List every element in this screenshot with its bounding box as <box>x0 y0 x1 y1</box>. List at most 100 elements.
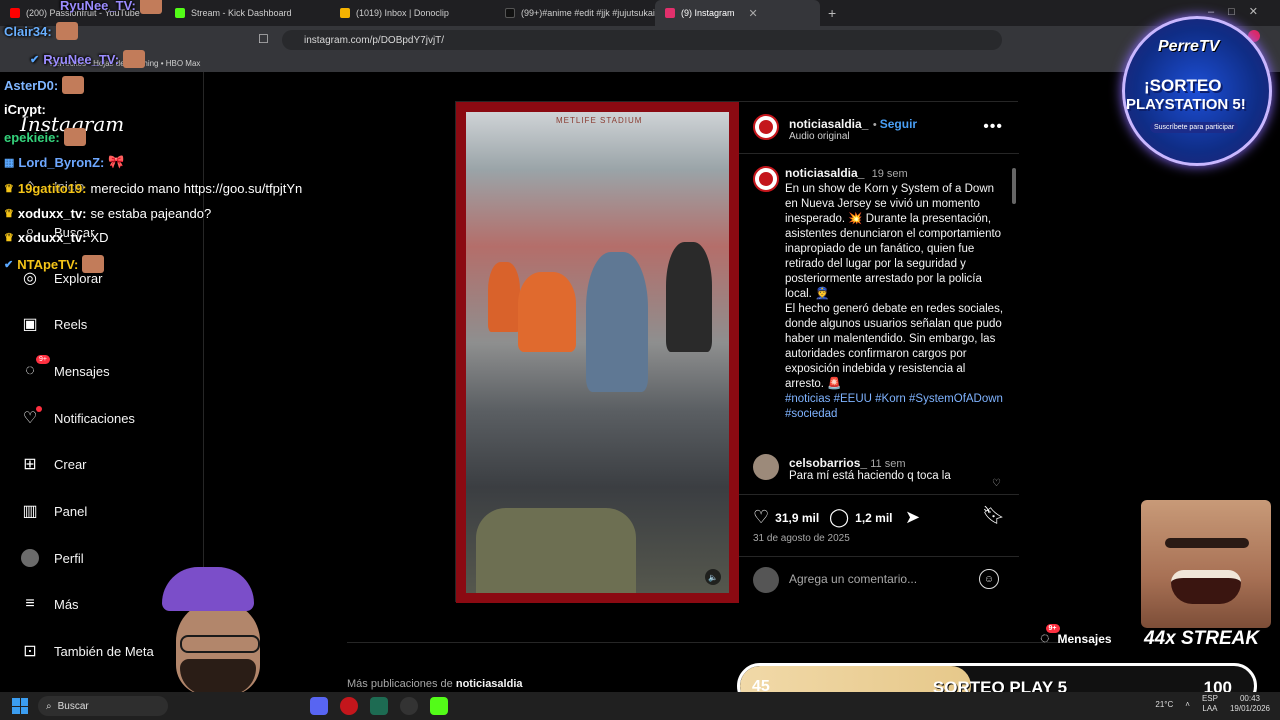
messages-badge: 9+ <box>36 355 50 364</box>
clock[interactable]: 00:43 19/01/2026 <box>1230 694 1270 714</box>
chat-message: ▦ Lord_ByronZ: 🎀 <box>4 154 125 170</box>
chevron-up-icon[interactable]: ˄ <box>1185 700 1190 709</box>
chat-message: AsterD0: <box>4 76 85 94</box>
weather-widget[interactable]: 21°C <box>1155 700 1173 709</box>
post-info-panel: noticiasaldia_ • Seguir Audio original •… <box>739 102 1019 603</box>
likes-count: 31,9 mil <box>775 510 820 525</box>
meta-apps-icon: ⊡ <box>23 643 37 660</box>
caption-avatar[interactable] <box>753 166 779 192</box>
windows-taskbar: ⌕ Buscar 21°C ˄ ESP LAA 00:43 19/01/2026 <box>0 692 1280 720</box>
chat-message: ✔ RyuNee_TV: <box>30 50 146 68</box>
post-actions: ♡ 31,9 mil ◯ 1,2 mil ➤ 🔖︎ 31 de agosto d… <box>739 494 1019 556</box>
messenger-icon: ◌ 9+ <box>1040 624 1060 648</box>
hashtags[interactable]: #noticias #EEUU #Korn #SystemOfADown #so… <box>785 392 1007 422</box>
sidebar-item-panel[interactable]: ▥ Panel <box>20 497 87 525</box>
promo-title: ¡SORTEO <box>1144 76 1222 95</box>
chat-message: RyuNee_TV: <box>60 0 162 14</box>
video-person <box>586 252 648 392</box>
taskbar-search[interactable]: ⌕ Buscar <box>38 696 168 716</box>
commenter-avatar[interactable] <box>753 454 779 480</box>
post-date: 31 de agosto de 2025 <box>753 533 850 544</box>
language-indicator[interactable]: ESP LAA <box>1202 694 1218 714</box>
discord-icon[interactable] <box>310 697 328 715</box>
like-comment-icon[interactable]: ♡ <box>992 478 1001 489</box>
bow-emote-icon: 🎀 <box>108 154 125 169</box>
caption-time: 19 sem <box>871 168 908 180</box>
sidebar-item-reels[interactable]: ▣ Reels <box>20 310 87 338</box>
comment-button[interactable]: ◯ 1,2 mil <box>829 507 893 528</box>
audio-label[interactable]: Audio original <box>789 131 850 142</box>
account-name[interactable]: noticiasaldia_ <box>789 117 868 131</box>
heart-icon: ♡ <box>753 507 770 527</box>
chat-message: ♛ xoduxx_tv: se estaba pajeando? <box>4 206 212 221</box>
tiktok-favicon-icon <box>505 8 515 18</box>
messages-badge: 9+ <box>1045 624 1060 633</box>
streak-counter: 44x STREAK <box>1144 628 1260 649</box>
caption-account[interactable]: noticiasaldia_ <box>785 166 864 180</box>
streamer-webcam <box>158 565 278 695</box>
opera-icon[interactable] <box>340 697 358 715</box>
plus-square-icon: ⊞ <box>23 456 37 473</box>
sidebar-item-crear[interactable]: ⊞ Crear <box>20 450 86 478</box>
tab-instagram[interactable]: (9) Instagram ✕ <box>655 0 820 26</box>
crown-badge-icon: ♛ <box>4 208 14 220</box>
follow-button[interactable]: Seguir <box>880 117 917 131</box>
comment-icon: ◯ <box>829 507 850 527</box>
chat-message: ♛ xoduxx_tv: XD <box>4 230 109 245</box>
badge-icon: ✔ <box>30 53 40 66</box>
obs-icon[interactable] <box>400 697 418 715</box>
windows-start-icon[interactable] <box>12 698 28 714</box>
share-button[interactable]: ➤ <box>905 507 920 528</box>
emoji-icon[interactable]: ☺ <box>979 569 999 589</box>
commenter-name[interactable]: celsobarrios_ <box>789 456 867 470</box>
messages-floating-button[interactable]: ◌ 9+ Mensajes <box>1040 622 1140 656</box>
crown-badge-icon: ♛ <box>4 183 14 195</box>
taskbar-apps <box>310 697 448 715</box>
video-frame[interactable]: METLIFE STADIUM 🔈 <box>456 102 739 603</box>
chat-message: iCrypt: <box>4 102 46 117</box>
tab-tiktok[interactable]: (99+)#anime #edit #jjk #jujutsukaisen <box>495 0 655 26</box>
bookmark-save-icon[interactable]: 🔖︎ <box>982 505 1005 526</box>
promo-subtitle: PLAYSTATION 5! <box>1126 96 1246 113</box>
sidebar-item-notificaciones[interactable]: ♡ Notificaciones <box>20 404 135 432</box>
reaction-image <box>1141 500 1271 628</box>
sidebar-item-meta[interactable]: ⊡ También de Meta <box>20 637 153 665</box>
video-person <box>666 242 712 352</box>
more-posts-account[interactable]: noticiasaldia <box>456 678 523 690</box>
sidebar-item-perfil[interactable]: Perfil <box>20 544 84 572</box>
more-options-icon[interactable]: ••• <box>983 118 1003 136</box>
system-tray: 21°C ˄ ESP LAA 00:43 19/01/2026 <box>1155 694 1270 714</box>
comments-scrollbar[interactable] <box>1011 158 1017 488</box>
new-tab-icon[interactable]: + <box>820 5 844 21</box>
promo-cta: Suscríbete para participar <box>1150 122 1239 133</box>
app-icon[interactable] <box>370 697 388 715</box>
video-person <box>518 272 576 352</box>
comments-count: 1,2 mil <box>855 510 893 525</box>
stream-chat-overlay: RyuNee_TV: Clair34: ✔ RyuNee_TV: AsterD0… <box>0 0 380 280</box>
sidebar-item-mas[interactable]: ≡ Más <box>20 590 78 618</box>
account-avatar[interactable] <box>753 114 779 140</box>
reel-video[interactable]: METLIFE STADIUM 🔈 <box>466 112 729 593</box>
close-tab-icon[interactable]: ✕ <box>749 7 758 20</box>
like-button[interactable]: ♡ 31,9 mil <box>753 507 819 528</box>
emote-icon <box>139 0 162 14</box>
more-posts-heading: Más publicaciones de noticiasaldia <box>347 678 523 690</box>
comment-input[interactable] <box>789 569 969 589</box>
emote-icon <box>123 50 146 68</box>
crown-badge-icon: ♛ <box>4 232 14 244</box>
post-modal: METLIFE STADIUM 🔈 noticiasaldia_ • Segui… <box>455 101 1019 603</box>
chat-message: epekieie: <box>4 128 86 146</box>
emote-icon <box>55 22 78 40</box>
stadium-sign: METLIFE STADIUM <box>556 116 643 125</box>
caption-text: En un show de Korn y System of a Down en… <box>785 183 1002 300</box>
raffle-promo-badge: PerreTV ¡SORTEO PLAYSTATION 5! Suscríbet… <box>1114 8 1280 166</box>
comment-time: 11 sem <box>870 458 906 470</box>
url-field[interactable]: instagram.com/p/DOBpdY7jvjT/ <box>282 30 1002 50</box>
messenger-icon: ◌ 9+ <box>20 355 50 381</box>
mute-icon[interactable]: 🔈 <box>705 569 721 585</box>
profile-icon <box>20 548 40 568</box>
sidebar-item-mensajes[interactable]: ◌ 9+ Mensajes <box>20 355 110 385</box>
divider <box>347 642 1067 643</box>
kick-icon[interactable] <box>430 697 448 715</box>
emote-icon <box>82 255 105 273</box>
